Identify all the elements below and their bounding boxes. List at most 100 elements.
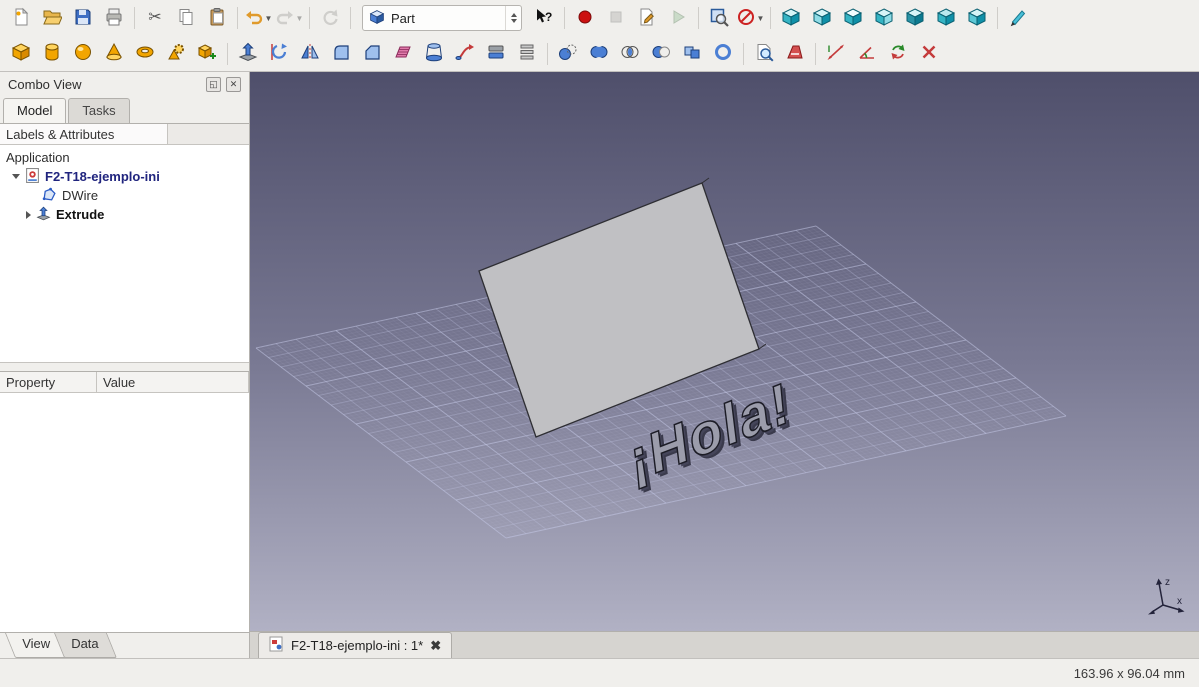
bottom-view-button[interactable] bbox=[931, 3, 961, 33]
part-box-button[interactable] bbox=[6, 39, 36, 69]
part-mirror-button[interactable] bbox=[295, 39, 325, 69]
play-icon bbox=[668, 7, 688, 30]
toolbar-separator bbox=[743, 43, 744, 65]
part-compound-button[interactable] bbox=[553, 39, 583, 69]
fillet-icon bbox=[331, 42, 351, 65]
fit-all-button[interactable] bbox=[704, 3, 734, 33]
part-loft-button[interactable] bbox=[419, 39, 449, 69]
join-icon bbox=[682, 42, 702, 65]
close-panel-button[interactable]: ✕ bbox=[226, 77, 241, 92]
whats-this-button[interactable]: ? bbox=[529, 3, 559, 33]
part-revolve-button[interactable] bbox=[264, 39, 294, 69]
macro-play-button[interactable] bbox=[663, 3, 693, 33]
tree-column-header[interactable]: Labels & Attributes bbox=[0, 123, 249, 145]
redo-button[interactable]: ▼ bbox=[274, 3, 304, 33]
part-section-button[interactable] bbox=[481, 39, 511, 69]
part-torus-button[interactable] bbox=[130, 39, 160, 69]
measure-distance-button[interactable] bbox=[1003, 3, 1033, 33]
redo-dropdown-icon[interactable]: ▼ bbox=[296, 14, 304, 23]
measure-refresh-icon bbox=[888, 42, 908, 65]
float-panel-button[interactable]: ◱ bbox=[206, 77, 221, 92]
draw-style-dropdown-icon[interactable]: ▼ bbox=[757, 14, 765, 23]
expander-open-icon[interactable] bbox=[12, 174, 20, 179]
undo-dropdown-icon[interactable]: ▼ bbox=[265, 14, 273, 23]
tab-data[interactable]: Data bbox=[54, 633, 118, 658]
macro-record-button[interactable] bbox=[570, 3, 600, 33]
part-cone-button[interactable] bbox=[99, 39, 129, 69]
tab-model[interactable]: Model bbox=[3, 98, 66, 123]
panel-splitter[interactable] bbox=[0, 363, 249, 371]
macro-stop-button[interactable] bbox=[601, 3, 631, 33]
new-document-button[interactable] bbox=[6, 3, 36, 33]
model-tree: Application F2-T18-ejemplo-ini DWire Ext… bbox=[0, 145, 249, 363]
3d-viewport[interactable]: ¡Hola! z x bbox=[250, 72, 1199, 631]
macro-edit-button[interactable] bbox=[632, 3, 662, 33]
top-view-button[interactable] bbox=[838, 3, 868, 33]
close-document-icon[interactable]: ✖ bbox=[430, 639, 441, 652]
part-shapebuilder-button[interactable] bbox=[192, 39, 222, 69]
primitives-icon bbox=[166, 42, 186, 65]
part-join-button[interactable] bbox=[677, 39, 707, 69]
loft-icon bbox=[424, 42, 444, 65]
tree-item-document[interactable]: F2-T18-ejemplo-ini bbox=[0, 167, 249, 186]
refresh-button[interactable] bbox=[315, 3, 345, 33]
dimension-readout: 163.96 x 96.04 mm bbox=[1074, 666, 1185, 681]
part-fillet-button[interactable] bbox=[326, 39, 356, 69]
document-tab-label: F2-T18-ejemplo-ini : 1* bbox=[291, 638, 423, 653]
undo-button[interactable]: ▼ bbox=[243, 3, 273, 33]
front-view-button[interactable] bbox=[807, 3, 837, 33]
workbench-selector-spinner[interactable] bbox=[505, 6, 517, 30]
edit-macro-icon bbox=[637, 7, 657, 30]
draw-style-button[interactable]: ▼ bbox=[735, 3, 765, 33]
part-ruled-surface-button[interactable] bbox=[388, 39, 418, 69]
axonometric-view-button[interactable] bbox=[776, 3, 806, 33]
measure-refresh-button[interactable] bbox=[883, 39, 913, 69]
document-tab[interactable]: F2-T18-ejemplo-ini : 1* ✖ bbox=[258, 632, 452, 658]
value-column-header[interactable]: Value bbox=[97, 372, 249, 392]
rear-view-button[interactable] bbox=[900, 3, 930, 33]
paste-button[interactable] bbox=[202, 3, 232, 33]
measure-clear-button[interactable] bbox=[914, 39, 944, 69]
part-cylinder-button[interactable] bbox=[37, 39, 67, 69]
axonometric-view-icon bbox=[781, 7, 801, 30]
measure-linear-button[interactable] bbox=[821, 39, 851, 69]
part-common-button[interactable] bbox=[615, 39, 645, 69]
shape-builder-icon bbox=[197, 42, 217, 65]
part-primitives-button[interactable] bbox=[161, 39, 191, 69]
tab-tasks[interactable]: Tasks bbox=[68, 98, 129, 123]
tree-item-extrude[interactable]: Extrude bbox=[0, 205, 249, 224]
measure-clear-icon bbox=[919, 42, 939, 65]
right-view-button[interactable] bbox=[869, 3, 899, 33]
save-button[interactable] bbox=[68, 3, 98, 33]
part-defeaturing-button[interactable] bbox=[780, 39, 810, 69]
workbench-selector[interactable]: Part bbox=[362, 5, 522, 31]
print-button[interactable] bbox=[99, 3, 129, 33]
expander-closed-icon[interactable] bbox=[26, 211, 31, 219]
combo-view-panel: Combo View ◱ ✕ Model Tasks Labels & Attr… bbox=[0, 72, 250, 658]
left-view-button[interactable] bbox=[962, 3, 992, 33]
copy-button[interactable] bbox=[171, 3, 201, 33]
axis-indicator: z x bbox=[1139, 571, 1187, 619]
part-sphere-button[interactable] bbox=[68, 39, 98, 69]
measure-angular-button[interactable] bbox=[852, 39, 882, 69]
check-geometry-icon bbox=[754, 42, 774, 65]
cut-button[interactable]: ✂ bbox=[140, 3, 170, 33]
copy-icon bbox=[176, 7, 196, 30]
part-sweep-button[interactable] bbox=[450, 39, 480, 69]
part-thickness-button[interactable] bbox=[708, 39, 738, 69]
part-check-geometry-button[interactable] bbox=[749, 39, 779, 69]
part-cross-sections-button[interactable] bbox=[512, 39, 542, 69]
svg-text:?: ? bbox=[545, 10, 552, 24]
close-icon: ✕ bbox=[230, 80, 238, 89]
dwire-label: DWire bbox=[62, 188, 98, 203]
tree-item-dwire[interactable]: DWire bbox=[0, 186, 249, 205]
workbench-selector-label: Part bbox=[391, 11, 499, 26]
property-column-header[interactable]: Property bbox=[0, 372, 97, 392]
part-cut-button[interactable] bbox=[646, 39, 676, 69]
part-chamfer-button[interactable] bbox=[357, 39, 387, 69]
part-extrude-button[interactable] bbox=[233, 39, 263, 69]
part-union-button[interactable] bbox=[584, 39, 614, 69]
toolbar-separator bbox=[564, 7, 565, 29]
open-document-button[interactable] bbox=[37, 3, 67, 33]
tree-item-application[interactable]: Application bbox=[0, 148, 249, 167]
